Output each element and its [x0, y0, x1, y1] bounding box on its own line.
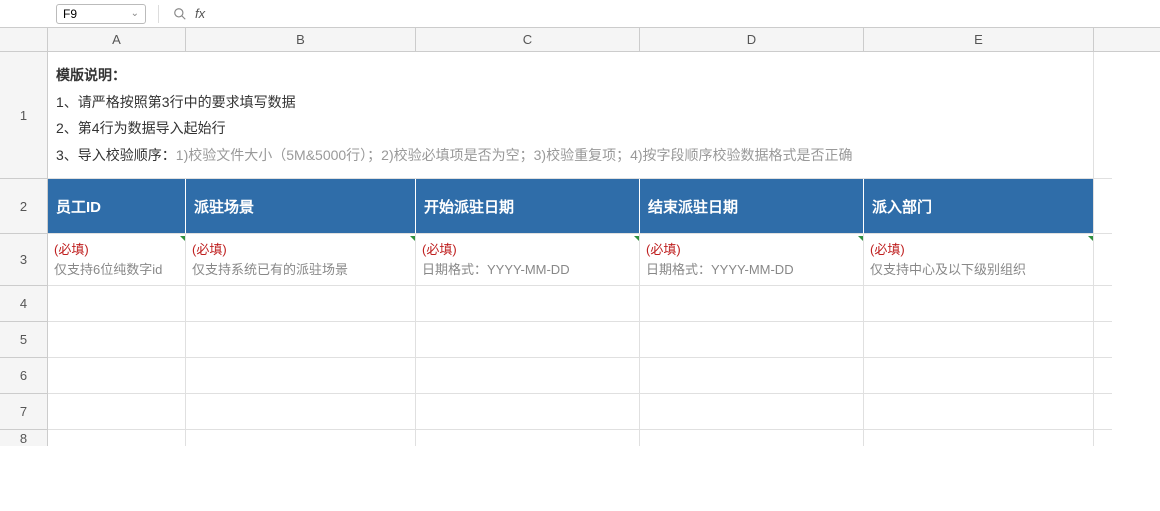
row-8: 8 [0, 430, 1160, 446]
required-label: (必填) [54, 240, 179, 260]
cell[interactable] [416, 286, 640, 322]
required-label: (必填) [870, 240, 1087, 260]
divider [158, 5, 159, 23]
cell[interactable] [864, 394, 1094, 430]
cell-reference-value: F9 [63, 7, 77, 21]
cell[interactable] [1094, 286, 1112, 322]
cell[interactable] [186, 322, 416, 358]
hint-text: 仅支持6位纯数字id [54, 260, 179, 280]
col-header-F[interactable] [1094, 28, 1112, 51]
row-header[interactable]: 2 [0, 179, 48, 234]
row-2: 2 员工ID 派驻场景 开始派驻日期 结束派驻日期 派入部门 [0, 179, 1160, 234]
cell[interactable] [640, 430, 864, 446]
cell[interactable] [186, 358, 416, 394]
cell-comment-indicator-icon [634, 236, 639, 241]
cell[interactable] [640, 394, 864, 430]
header-cell-C[interactable]: 开始派驻日期 [416, 179, 640, 234]
grid-body: 1 模版说明： 1、请严格按照第3行中的要求填写数据 2、第4行为数据导入起始行… [0, 52, 1160, 446]
header-cell-B[interactable]: 派驻场景 [186, 179, 416, 234]
cell[interactable] [48, 430, 186, 446]
col-header-A[interactable]: A [48, 28, 186, 51]
row-header[interactable]: 7 [0, 394, 48, 430]
cell[interactable] [48, 286, 186, 322]
hint-text: 仅支持中心及以下级别组织 [870, 260, 1087, 280]
col-header-C[interactable]: C [416, 28, 640, 51]
hint-cell-E[interactable]: (必填) 仅支持中心及以下级别组织 [864, 234, 1094, 286]
cell[interactable] [416, 358, 640, 394]
cell[interactable] [1094, 322, 1112, 358]
instructions-line3: 3、导入校验顺序：1)校验文件大小（5M&5000行）；2)校验必填项是否为空；… [56, 142, 1085, 169]
cell[interactable] [1094, 52, 1112, 179]
cell-reference-selector[interactable]: F9 ⌄ [56, 4, 146, 24]
cell[interactable] [864, 358, 1094, 394]
instructions-cell[interactable]: 模版说明： 1、请严格按照第3行中的要求填写数据 2、第4行为数据导入起始行 3… [48, 52, 1094, 179]
cell[interactable] [1094, 430, 1112, 446]
cell[interactable] [1094, 179, 1112, 234]
row-header[interactable]: 5 [0, 322, 48, 358]
cell[interactable] [640, 358, 864, 394]
hint-cell-C[interactable]: (必填) 日期格式：YYYY-MM-DD [416, 234, 640, 286]
cell[interactable] [186, 286, 416, 322]
row-header[interactable]: 1 [0, 52, 48, 179]
cell[interactable] [640, 286, 864, 322]
row-7: 7 [0, 394, 1160, 430]
row-6: 6 [0, 358, 1160, 394]
cell[interactable] [1094, 358, 1112, 394]
col-header-D[interactable]: D [640, 28, 864, 51]
hint-cell-B[interactable]: (必填) 仅支持系统已有的派驻场景 [186, 234, 416, 286]
cell[interactable] [186, 394, 416, 430]
search-icon[interactable] [171, 7, 189, 21]
hint-cell-D[interactable]: (必填) 日期格式：YYYY-MM-DD [640, 234, 864, 286]
hint-text: 仅支持系统已有的派驻场景 [192, 260, 409, 280]
row-header[interactable]: 3 [0, 234, 48, 286]
required-label: (必填) [646, 240, 857, 260]
formula-input[interactable] [211, 4, 1154, 24]
cell[interactable] [416, 430, 640, 446]
cell-comment-indicator-icon [180, 236, 185, 241]
header-cell-D[interactable]: 结束派驻日期 [640, 179, 864, 234]
hint-text: 日期格式：YYYY-MM-DD [422, 260, 633, 280]
cell-comment-indicator-icon [1088, 236, 1093, 241]
cell[interactable] [864, 430, 1094, 446]
hint-text: 日期格式：YYYY-MM-DD [646, 260, 857, 280]
instructions-title: 模版说明： [56, 62, 1085, 89]
cell[interactable] [416, 322, 640, 358]
row-5: 5 [0, 322, 1160, 358]
cell[interactable] [48, 358, 186, 394]
instructions-line2: 2、第4行为数据导入起始行 [56, 115, 1085, 142]
cell[interactable] [864, 286, 1094, 322]
row-4: 4 [0, 286, 1160, 322]
cell[interactable] [640, 322, 864, 358]
cell[interactable] [48, 394, 186, 430]
fx-label[interactable]: fx [195, 6, 205, 21]
hint-cell-A[interactable]: (必填) 仅支持6位纯数字id [48, 234, 186, 286]
cell[interactable] [1094, 234, 1112, 286]
header-cell-E[interactable]: 派入部门 [864, 179, 1094, 234]
row-header[interactable]: 6 [0, 358, 48, 394]
required-label: (必填) [422, 240, 633, 260]
header-cell-A[interactable]: 员工ID [48, 179, 186, 234]
cell[interactable] [1094, 394, 1112, 430]
cell-comment-indicator-icon [858, 236, 863, 241]
formula-bar: F9 ⌄ fx [0, 0, 1160, 28]
spreadsheet: A B C D E 1 模版说明： 1、请严格按照第3行中的要求填写数据 2、第… [0, 28, 1160, 446]
select-all-corner[interactable] [0, 28, 48, 51]
cell[interactable] [864, 322, 1094, 358]
column-headers: A B C D E [0, 28, 1160, 52]
instructions-line1: 1、请严格按照第3行中的要求填写数据 [56, 89, 1085, 116]
row-1: 1 模版说明： 1、请严格按照第3行中的要求填写数据 2、第4行为数据导入起始行… [0, 52, 1160, 179]
row-header[interactable]: 8 [0, 430, 48, 446]
required-label: (必填) [192, 240, 409, 260]
row-header[interactable]: 4 [0, 286, 48, 322]
row-3: 3 (必填) 仅支持6位纯数字id (必填) 仅支持系统已有的派驻场景 (必填)… [0, 234, 1160, 286]
cell[interactable] [416, 394, 640, 430]
col-header-B[interactable]: B [186, 28, 416, 51]
cell[interactable] [48, 322, 186, 358]
chevron-down-icon: ⌄ [131, 8, 139, 19]
cell-comment-indicator-icon [410, 236, 415, 241]
col-header-E[interactable]: E [864, 28, 1094, 51]
cell[interactable] [186, 430, 416, 446]
